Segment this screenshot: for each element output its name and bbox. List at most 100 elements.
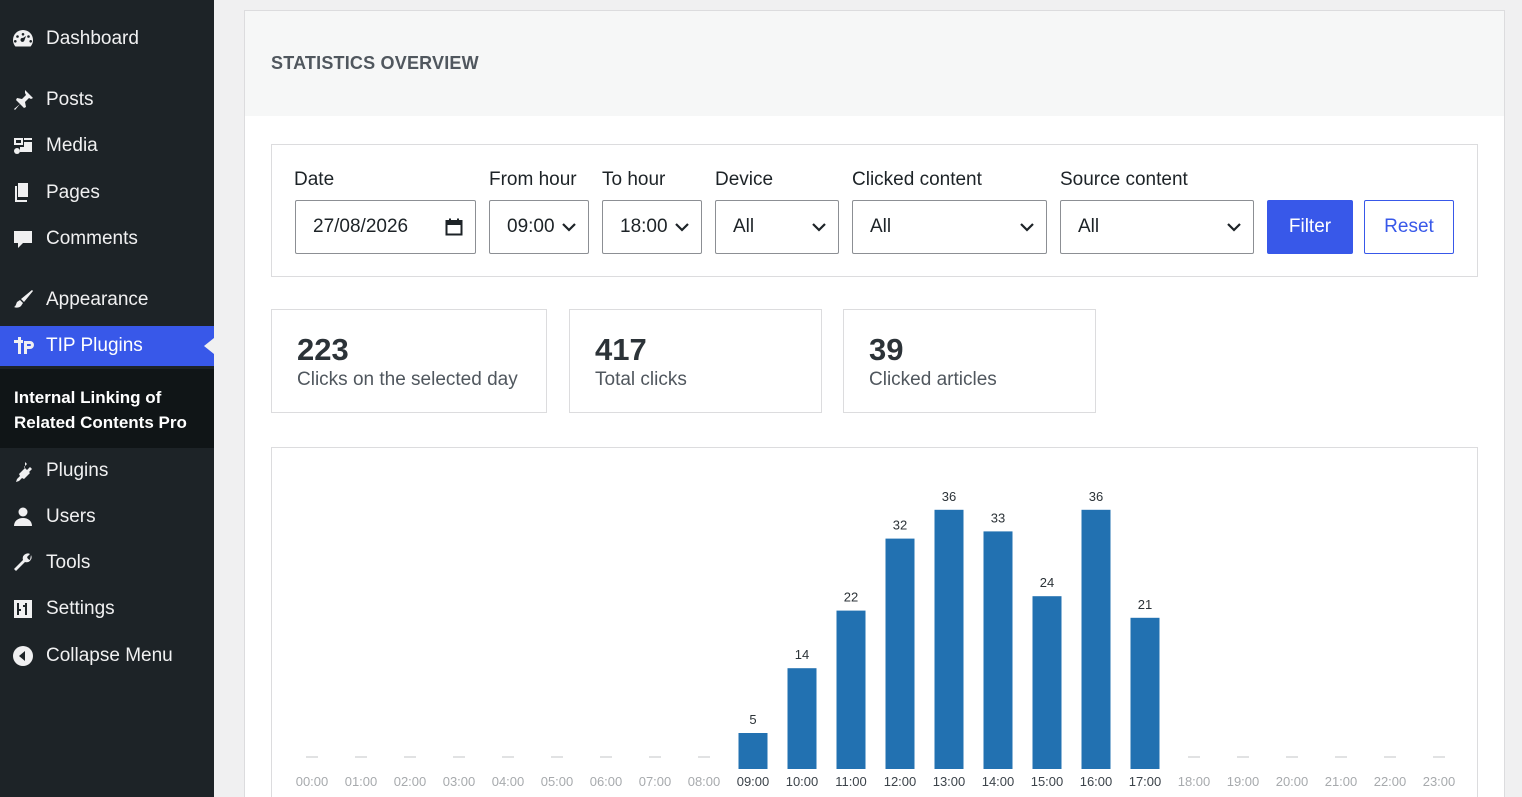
reset-button[interactable]: Reset <box>1364 200 1454 254</box>
chevron-down-icon <box>1020 222 1034 232</box>
stat-card-total-clicks: 417 Total clicks <box>569 309 822 413</box>
sidebar-item-comments[interactable]: Comments <box>0 219 214 259</box>
hourly-clicks-chart: 00:00 01:00 02:00 03:00 04:00 05:00 06:00 07:00… <box>271 447 1478 797</box>
x-tick-label-20:00: 20:00 <box>1276 774 1309 789</box>
x-tick-label-11:00: 11:00 <box>835 774 867 789</box>
to-hour-value: 18:00 <box>620 216 668 237</box>
date-value: 27/08/2026 <box>313 216 409 237</box>
bar-17:00[interactable] <box>1130 617 1160 769</box>
dashboard-icon <box>10 26 36 52</box>
x-tick-label-12:00: 12:00 <box>884 774 917 789</box>
sidebar-item-label: Collapse Menu <box>46 645 173 666</box>
data-label-16:00: 36 <box>1089 489 1103 504</box>
x-tick-label-05:00: 05:00 <box>541 774 574 789</box>
to-hour-select[interactable]: 18:00 <box>602 200 702 254</box>
x-tick-label-18:00: 18:00 <box>1178 774 1211 789</box>
sidebar-item-label: Dashboard <box>46 28 139 49</box>
sidebar-item-label: Users <box>46 506 96 527</box>
sidebar-item-posts[interactable]: Posts <box>0 80 214 120</box>
sidebar-item-tip-plugins[interactable]: TIP Plugins <box>0 326 214 366</box>
plugin-icon <box>10 458 36 484</box>
calendar-icon[interactable] <box>445 218 463 236</box>
bar-13:00[interactable] <box>934 509 964 769</box>
x-tick-label-15:00: 15:00 <box>1031 774 1064 789</box>
to-hour-label: To hour <box>602 169 666 190</box>
from-hour-select[interactable]: 09:00 <box>489 200 589 254</box>
chevron-down-icon <box>812 222 826 232</box>
admin-sidebar: Dashboard Posts Media Pages Comments Appearan… <box>0 0 214 797</box>
stat-value: 39 <box>869 332 904 367</box>
bar-14:00[interactable] <box>983 531 1013 769</box>
clicked-content-select[interactable]: All <box>852 200 1047 254</box>
chevron-down-icon <box>1227 222 1241 232</box>
brush-icon <box>10 287 36 313</box>
data-label-15:00: 24 <box>1040 575 1054 590</box>
sidebar-item-label: Pages <box>46 182 100 203</box>
sidebar-item-collapse-menu[interactable]: Collapse Menu <box>0 636 214 676</box>
x-tick-label-22:00: 22:00 <box>1374 774 1407 789</box>
stat-value: 417 <box>595 332 647 367</box>
sidebar-item-pages[interactable]: Pages <box>0 173 214 213</box>
x-tick-label-08:00: 08:00 <box>688 774 721 789</box>
data-label-13:00: 36 <box>942 489 956 504</box>
data-label-14:00: 33 <box>991 510 1005 525</box>
x-tick-label-06:00: 06:00 <box>590 774 623 789</box>
filter-bar: Date 27/08/2026 From hour 09:00 To hour … <box>271 144 1478 277</box>
data-label-09:00: 5 <box>749 712 756 727</box>
x-tick-label-13:00: 13:00 <box>933 774 966 789</box>
bar-11:00[interactable] <box>836 610 866 769</box>
chevron-down-icon <box>562 222 576 232</box>
sidebar-item-media[interactable]: Media <box>0 126 214 166</box>
sidebar-item-dashboard[interactable]: Dashboard <box>0 19 214 59</box>
x-tick-label-04:00: 04:00 <box>492 774 525 789</box>
sidebar-item-settings[interactable]: Settings <box>0 589 214 629</box>
tip-logo-icon <box>10 333 36 359</box>
page-title: STATISTICS OVERVIEW <box>271 53 479 73</box>
sidebar-item-appearance[interactable]: Appearance <box>0 280 214 320</box>
sidebar-item-users[interactable]: Users <box>0 497 214 537</box>
x-tick-label-10:00: 10:00 <box>786 774 819 789</box>
x-tick-label-19:00: 19:00 <box>1227 774 1260 789</box>
clicked-content-label: Clicked content <box>852 169 982 190</box>
comment-icon <box>10 226 36 252</box>
x-tick-label-16:00: 16:00 <box>1080 774 1113 789</box>
stat-card-day-clicks: 223 Clicks on the selected day <box>271 309 547 413</box>
bar-15:00[interactable] <box>1032 596 1062 769</box>
device-value: All <box>733 216 755 237</box>
clicked-content-value: All <box>870 216 892 237</box>
statistics-card: STATISTICS OVERVIEW Date 27/08/2026 From… <box>244 10 1505 797</box>
source-content-select[interactable]: All <box>1060 200 1254 254</box>
data-label-12:00: 32 <box>893 518 907 533</box>
card-header: STATISTICS OVERVIEW <box>245 11 1504 116</box>
sidebar-item-plugins[interactable]: Plugins <box>0 451 214 491</box>
source-content-value: All <box>1078 216 1100 237</box>
submenu-item-internal-linking[interactable]: Internal Linking of Related Contents Pro <box>0 369 214 448</box>
filter-button[interactable]: Filter <box>1267 200 1353 254</box>
bar-09:00[interactable] <box>738 733 768 769</box>
x-tick-label-14:00: 14:00 <box>982 774 1015 789</box>
x-tick-label-02:00: 02:00 <box>394 774 427 789</box>
stat-label: Clicked articles <box>869 369 997 390</box>
sidebar-item-label: Plugins <box>46 460 109 481</box>
device-select[interactable]: All <box>715 200 839 254</box>
pages-icon <box>10 180 36 206</box>
chart-svg: 00:00 01:00 02:00 03:00 04:00 05:00 06:00 07:00… <box>296 489 1456 789</box>
pin-icon <box>10 87 36 113</box>
bar-12:00[interactable] <box>885 538 915 769</box>
sidebar-item-tools[interactable]: Tools <box>0 543 214 583</box>
stat-value: 223 <box>297 332 349 367</box>
data-label-17:00: 21 <box>1138 597 1152 612</box>
data-label-10:00: 14 <box>795 647 809 662</box>
media-icon <box>10 133 36 159</box>
chevron-down-icon <box>675 222 689 232</box>
bar-10:00[interactable] <box>787 668 817 769</box>
bar-16:00[interactable] <box>1081 509 1111 769</box>
collapse-icon <box>10 643 36 669</box>
x-tick-label-17:00: 17:00 <box>1129 774 1162 789</box>
data-label-11:00: 22 <box>844 590 858 605</box>
sidebar-item-label: Tools <box>46 552 91 573</box>
sidebar-item-label: Media <box>46 135 98 156</box>
sliders-icon <box>10 596 36 622</box>
date-input[interactable]: 27/08/2026 <box>295 200 476 254</box>
from-hour-value: 09:00 <box>507 216 555 237</box>
